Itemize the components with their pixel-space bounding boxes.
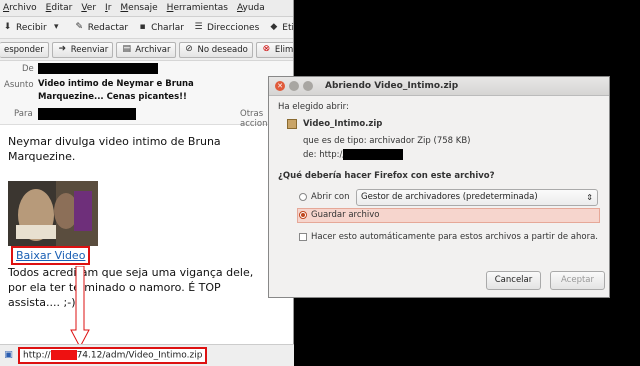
open-with-radio[interactable]	[299, 193, 307, 201]
download-video-link[interactable]: Baixar Video	[11, 246, 91, 265]
question-label: ¿Qué debería hacer Firefox con este arch…	[278, 171, 495, 181]
menu-herramientas[interactable]: Herramientas	[167, 3, 228, 13]
message-header-toolbar: esponder ➜ Reenviar ▤ Archivar ⊘ No dese…	[0, 39, 293, 61]
delete-button[interactable]: ⊗ Eliminar	[255, 41, 293, 58]
junk-label: No deseado	[197, 44, 248, 55]
menu-ir[interactable]: Ir	[105, 3, 111, 13]
video-thumbnail[interactable]	[8, 181, 98, 246]
zip-file-icon	[287, 119, 297, 129]
receive-label: Recibir	[16, 22, 47, 33]
write-label: Redactar	[87, 22, 129, 33]
maximize-icon[interactable]	[303, 81, 313, 91]
main-toolbar: ⬇ Recibir ▾ ✎ Redactar ▪ Charlar ☰ Direc…	[0, 17, 293, 39]
receive-button[interactable]: ⬇ Recibir ▾	[2, 22, 65, 33]
junk-icon: ⊘	[185, 44, 193, 54]
redacted-to	[38, 108, 136, 120]
open-with-label[interactable]: Abrir con	[311, 192, 350, 202]
message-subject: Video intimo de Neymar e Bruna Marquezin…	[38, 79, 194, 102]
address-book-icon: ☰	[194, 22, 203, 32]
save-file-radio[interactable]	[299, 211, 307, 219]
chat-label: Charlar	[151, 22, 184, 33]
redacted-host	[50, 350, 77, 361]
message-headers: De Asunto Video intimo de Neymar e Bruna…	[0, 61, 293, 129]
auto-label[interactable]: Hacer esto automáticamente para estos ar…	[311, 232, 598, 242]
redacted-from	[38, 63, 158, 74]
addresses-button[interactable]: ☰ Direcciones	[193, 22, 259, 33]
auto-checkbox[interactable]	[299, 233, 307, 241]
write-button[interactable]: ✎ Redactar	[74, 22, 128, 33]
archive-label: Archivar	[135, 44, 171, 55]
dialog-title: Abriendo Video_Intimo.zip	[325, 81, 459, 91]
from-label: De	[22, 64, 34, 74]
chat-icon: ▪	[139, 22, 146, 32]
tag-icon: ◆	[270, 22, 278, 32]
tag-label: Etiq	[282, 22, 293, 33]
accept-button[interactable]: Aceptar	[550, 271, 605, 290]
open-with-value: Gestor de archivadores (predeterminada)	[361, 192, 538, 202]
status-bar: ▣ http:// 74.12/adm/Video_Intimo.zip	[0, 344, 294, 366]
chat-button[interactable]: ▪ Charlar	[137, 22, 184, 33]
dialog-titlebar: ✕ Abriendo Video_Intimo.zip	[269, 77, 609, 96]
save-file-label[interactable]: Guardar archivo	[311, 210, 380, 220]
delete-icon: ⊗	[262, 44, 271, 54]
archive-button[interactable]: ▤ Archivar	[116, 41, 176, 58]
menu-ayuda[interactable]: Ayuda	[237, 3, 265, 13]
archive-icon: ▤	[122, 44, 131, 54]
body-intro: Neymar divulga video intimo de Bruna Mar…	[8, 135, 221, 163]
open-with-select[interactable]: Gestor de archivadores (predeterminada) …	[356, 189, 598, 206]
network-icon: ▣	[4, 350, 13, 360]
status-url: http:// 74.12/adm/Video_Intimo.zip	[18, 347, 208, 364]
arrow-down-icon	[70, 266, 90, 348]
file-type: que es de tipo: archivador Zip (758 KB)	[303, 136, 471, 146]
reply-label: esponder	[4, 44, 44, 55]
menu-ver[interactable]: Ver	[81, 3, 96, 13]
mail-window: Archivo Editar Ver Ir Mensaje Herramient…	[0, 0, 294, 366]
pencil-icon: ✎	[75, 22, 84, 32]
chevron-down-icon[interactable]: ▾	[51, 22, 62, 33]
menu-bar: Archivo Editar Ver Ir Mensaje Herramient…	[0, 0, 293, 17]
updown-icon: ⇕	[586, 193, 593, 202]
subject-label: Asunto	[4, 80, 34, 90]
reply-button[interactable]: esponder	[0, 41, 49, 58]
delete-label: Eliminar	[274, 44, 293, 55]
file-source: de: http://	[303, 150, 346, 160]
download-icon: ⬇	[3, 22, 12, 32]
forward-label: Reenviar	[70, 44, 109, 55]
chosen-label: Ha elegido abrir:	[278, 102, 349, 112]
cancel-button[interactable]: Cancelar	[486, 271, 541, 290]
close-icon[interactable]: ✕	[275, 81, 285, 91]
download-dialog: ✕ Abriendo Video_Intimo.zip Ha elegido a…	[268, 76, 610, 298]
status-url-tail: 74.12/adm/Video_Intimo.zip	[76, 350, 203, 361]
forward-arrow-icon: ➜	[58, 44, 67, 54]
junk-button[interactable]: ⊘ No deseado	[178, 41, 253, 58]
forward-button[interactable]: ➜ Reenviar	[51, 41, 114, 58]
menu-editar[interactable]: Editar	[46, 3, 73, 13]
menu-archivo[interactable]: Archivo	[3, 3, 37, 13]
file-name: Video_Intimo.zip	[303, 119, 383, 129]
addresses-label: Direcciones	[206, 22, 260, 33]
tag-button[interactable]: ◆ Etiq	[268, 22, 293, 33]
minimize-icon[interactable]	[289, 81, 299, 91]
menu-mensaje[interactable]: Mensaje	[120, 3, 157, 13]
to-label: Para	[14, 109, 33, 119]
body-text: Todos acreditam que seja uma vigança del…	[8, 266, 254, 309]
redacted-source	[343, 149, 403, 160]
status-url-prefix: http://	[23, 350, 51, 361]
